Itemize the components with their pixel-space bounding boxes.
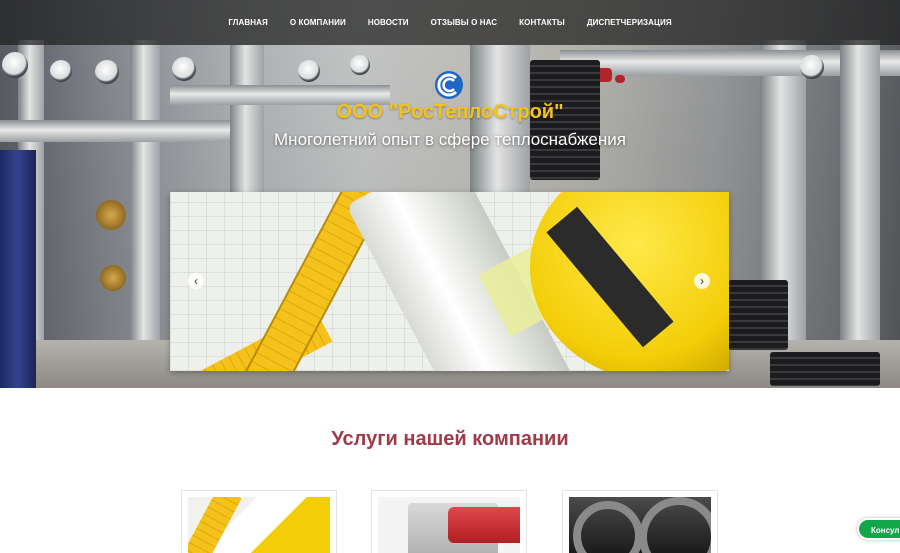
nav-item-contacts[interactable]: КОНТАКТЫ [508, 18, 576, 27]
main-navbar: ГЛАВНАЯ О КОМПАНИИ НОВОСТИ ОТЗЫВЫ О НАС … [0, 0, 900, 45]
nav-item-dispatching[interactable]: ДИСПЕТЧЕРИЗАЦИЯ [576, 18, 683, 27]
slider-prev-button[interactable]: ‹ [188, 273, 204, 289]
nav-item-home[interactable]: ГЛАВНАЯ [217, 18, 279, 27]
consultation-button[interactable]: Консул [857, 518, 900, 540]
nav-item-news[interactable]: НОВОСТИ [357, 18, 420, 27]
service-card-image [569, 497, 711, 553]
slide-image-blueprints [170, 192, 729, 371]
service-card-3[interactable] [562, 490, 718, 553]
service-card-1[interactable] [181, 490, 337, 553]
services-section-title: Услуги нашей компании [331, 428, 569, 450]
image-slider[interactable]: ‹ › [170, 192, 729, 371]
service-card-image [378, 497, 520, 553]
service-card-image [188, 497, 330, 553]
company-logo-icon[interactable] [434, 70, 464, 100]
service-card-2[interactable] [371, 490, 527, 553]
slider-next-button[interactable]: › [694, 273, 710, 289]
company-name: ООО "РосТеплоСтрой" [336, 101, 564, 123]
nav-item-reviews[interactable]: ОТЗЫВЫ О НАС [420, 18, 509, 27]
company-tagline: Многолетний опыт в сфере теплоснабжения [274, 130, 626, 149]
nav-item-about[interactable]: О КОМПАНИИ [279, 18, 357, 27]
